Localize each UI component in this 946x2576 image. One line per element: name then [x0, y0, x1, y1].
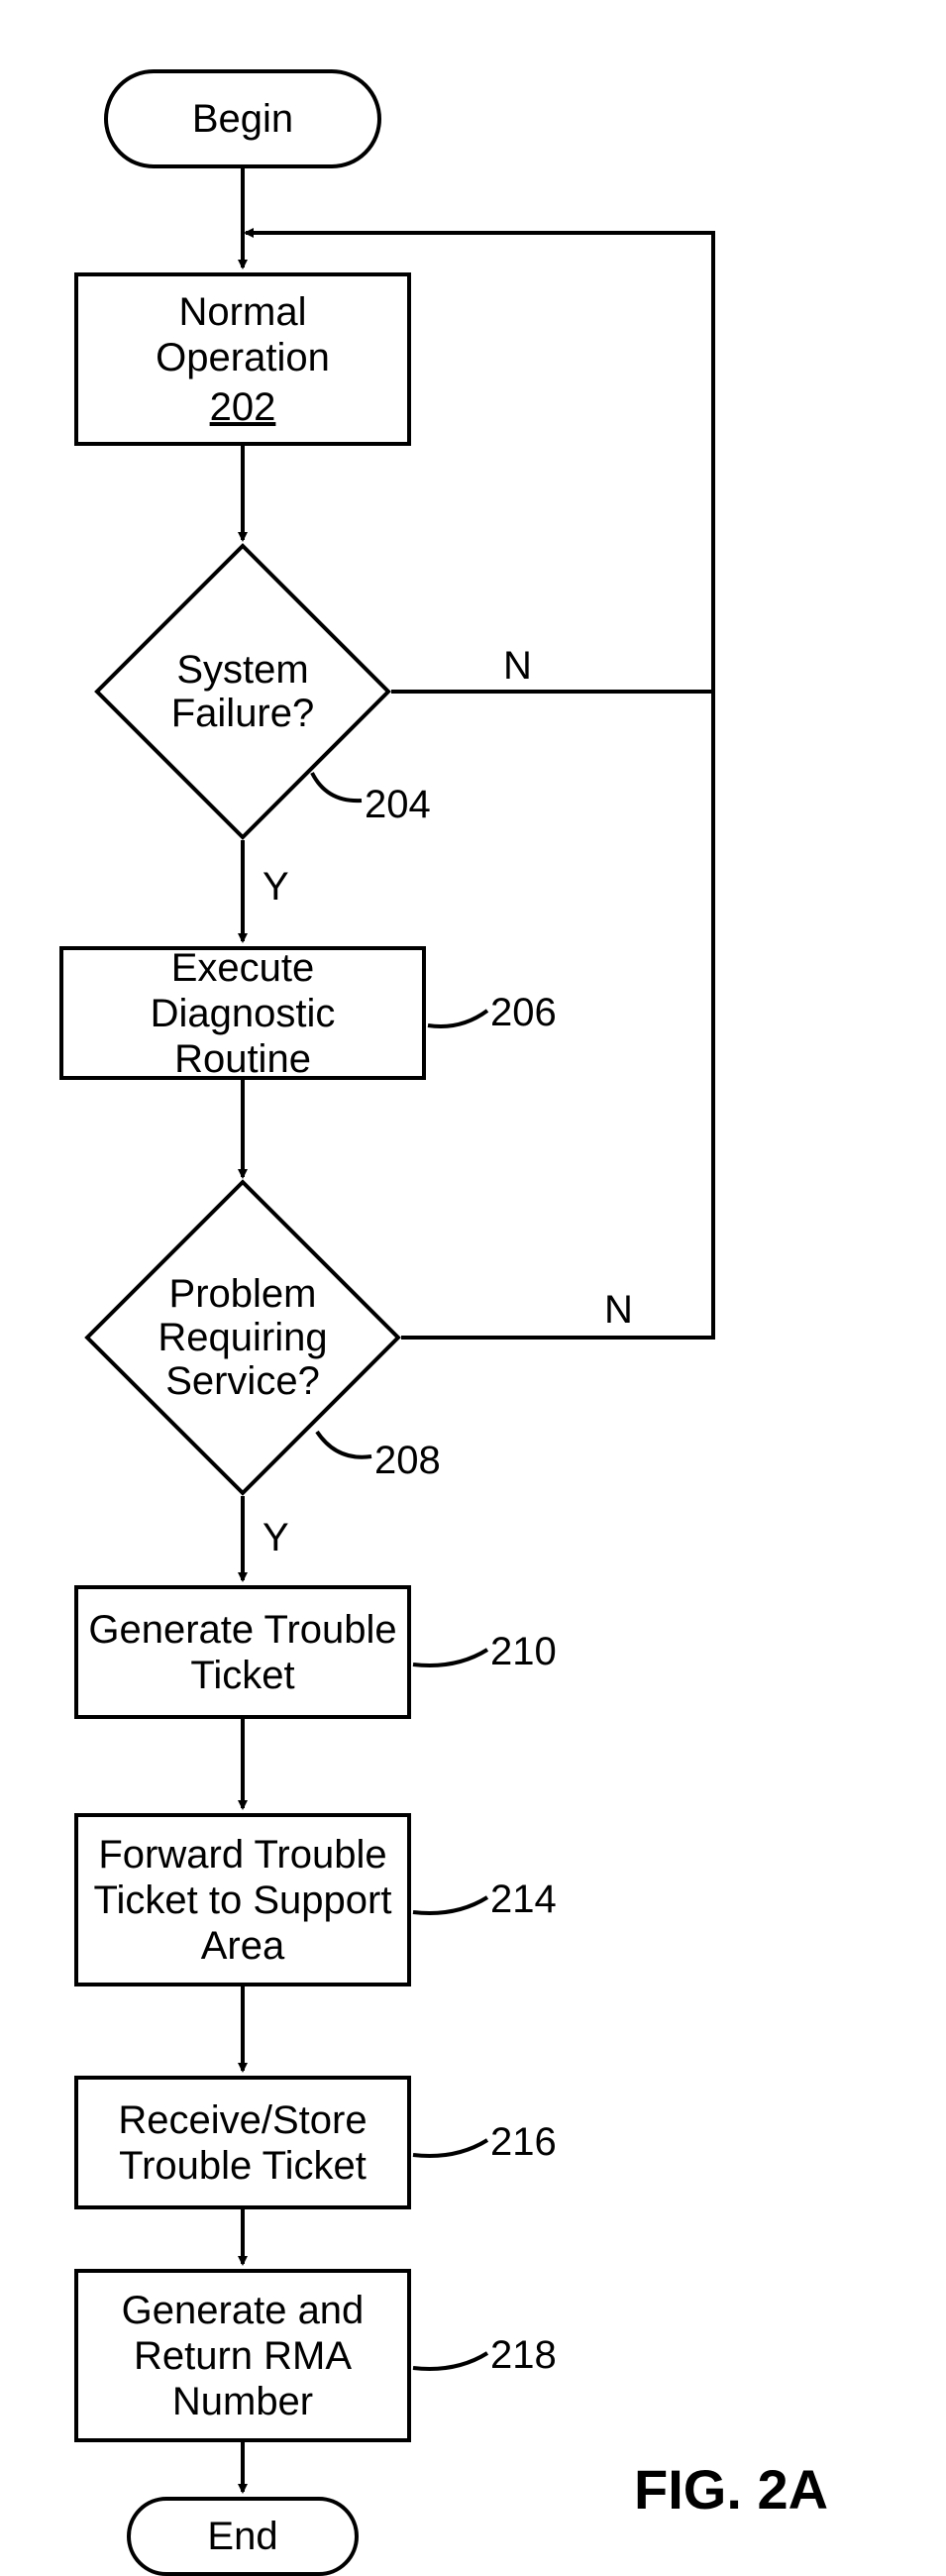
normal-op-text: Normal Operation [88, 289, 397, 380]
recvticket-ref: 216 [490, 2120, 557, 2165]
edge-probreq-n: N [604, 1288, 633, 1333]
edge-sysfail-n: N [503, 644, 532, 689]
end-label: End [207, 2515, 277, 2559]
node-forward-ticket: Forward Trouble Ticket to Support Area [74, 1813, 411, 1986]
genrma-l2: Return RMA [134, 2333, 352, 2379]
execdiag-l2: Routine [174, 1036, 311, 1082]
edge-probreq-y: Y [263, 1516, 289, 1560]
node-system-failure: System Failure? [94, 543, 391, 840]
genticket-ref: 210 [490, 1630, 557, 1674]
probreq-l1: Problem [169, 1272, 317, 1316]
node-begin: Begin [104, 69, 381, 168]
fwdticket-l3: Area [201, 1923, 285, 1969]
genrma-l1: Generate and [122, 2288, 365, 2333]
genrma-ref: 218 [490, 2333, 557, 2378]
node-problem-service: Problem Requiring Service? [84, 1179, 401, 1496]
sysfail-l1: System [176, 648, 308, 692]
node-generate-rma: Generate and Return RMA Number [74, 2269, 411, 2442]
recvticket-l1: Receive/Store [118, 2097, 367, 2143]
probreq-l2: Requiring [158, 1316, 327, 1359]
fwdticket-l1: Forward Trouble [98, 1832, 386, 1878]
edge-sysfail-y: Y [263, 865, 289, 910]
execdiag-ref: 206 [490, 991, 557, 1035]
genticket-l1: Generate Trouble [88, 1607, 396, 1653]
node-receive-ticket: Receive/Store Trouble Ticket [74, 2076, 411, 2209]
fwdticket-l2: Ticket to Support [94, 1878, 392, 1923]
genticket-l2: Ticket [190, 1653, 294, 1698]
recvticket-l2: Trouble Ticket [119, 2143, 367, 2189]
normal-op-ref: 202 [210, 384, 276, 430]
probreq-ref: 208 [374, 1439, 441, 1483]
node-end: End [127, 2497, 359, 2576]
sysfail-l2: Failure? [171, 692, 315, 735]
genrma-l3: Number [172, 2379, 313, 2424]
fwdticket-ref: 214 [490, 1878, 557, 1922]
probreq-l3: Service? [165, 1359, 320, 1403]
begin-label: Begin [192, 97, 293, 142]
node-generate-ticket: Generate Trouble Ticket [74, 1585, 411, 1719]
node-exec-diagnostic: Execute Diagnostic Routine [59, 946, 426, 1080]
node-normal-operation: Normal Operation 202 [74, 272, 411, 446]
figure-caption: FIG. 2A [634, 2457, 828, 2522]
execdiag-l1: Execute Diagnostic [73, 945, 412, 1036]
sysfail-ref: 204 [365, 783, 431, 827]
